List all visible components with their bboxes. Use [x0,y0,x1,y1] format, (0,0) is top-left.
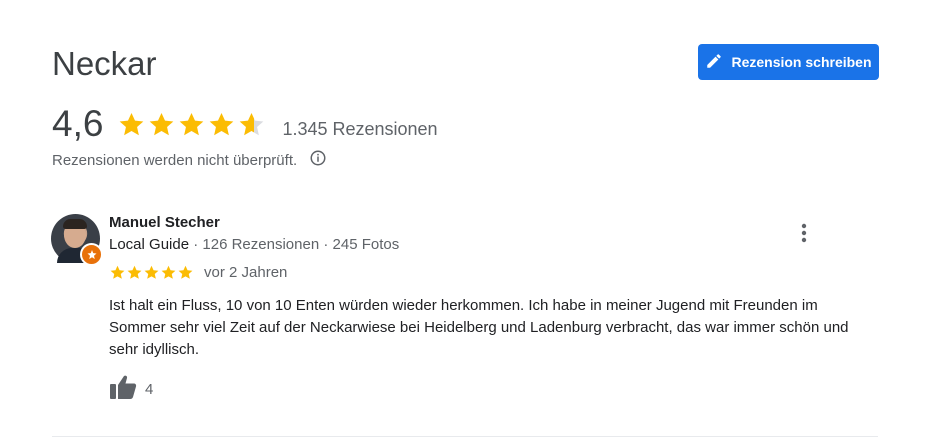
divider [52,436,878,437]
place-title: Neckar [52,45,157,82]
rating-star-icon [210,112,234,135]
local-guide-label: Local Guide [109,236,190,253]
more-options-button[interactable] [794,222,814,248]
more-vert-icon [801,223,807,248]
review-count[interactable]: 1.345 Rezensionen [282,119,437,140]
rating-star-icon [150,112,174,135]
rating-star-icon [180,112,204,135]
thumb-up-icon [109,374,137,405]
review-star-icon [161,265,176,279]
local-guide-badge-icon [80,243,103,266]
rating-stars [117,110,266,139]
meta-separator: · [189,236,203,253]
write-review-button[interactable]: Rezension schreiben [698,44,879,80]
review-star-icon [178,265,193,279]
review-star-icon [144,265,159,279]
reviewer-name[interactable]: Manuel Stecher [109,214,220,231]
review-star-icon [127,265,142,279]
info-icon[interactable] [297,149,327,171]
like-button[interactable]: 4 [109,374,153,405]
pencil-icon [705,52,723,73]
rating-star-icon [120,112,144,135]
meta-separator: · [319,236,333,253]
rating-value: 4,6 [52,103,104,144]
review-star-icon [110,265,125,279]
reviewer-meta[interactable]: Local Guide · 126 Rezensionen · 245 Foto… [109,236,399,253]
rating-star-icon [240,112,264,135]
review-date: vor 2 Jahren [204,264,288,281]
rating-summary: 4,6 1.345 Rezensionen [52,102,438,146]
write-review-label: Rezension schreiben [731,54,872,70]
not-verified-text: Rezensionen werden nicht überprüft. [52,151,298,169]
review-stars [109,264,194,281]
reviews-not-verified-note: Rezensionen werden nicht überprüft. [52,149,327,171]
review-rating-row: vor 2 Jahren [109,264,287,281]
review-text: Ist halt ein Fluss, 10 von 10 Enten würd… [109,297,849,358]
like-count: 4 [145,381,154,398]
reviewer-review-count: 126 Rezensionen [202,236,320,253]
reviewer-photo-count: 245 Fotos [332,236,400,253]
